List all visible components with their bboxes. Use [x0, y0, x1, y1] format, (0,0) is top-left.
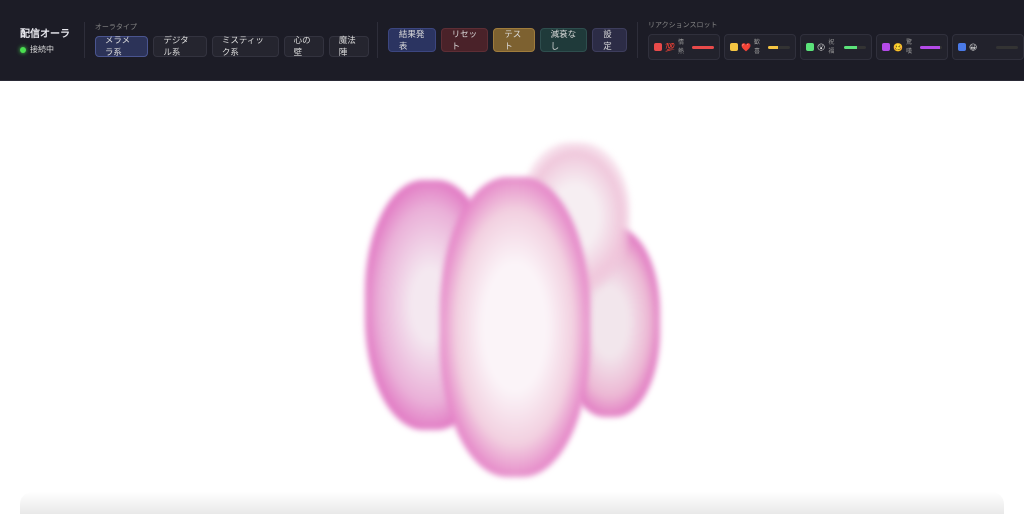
slot-label: 歓喜 — [753, 39, 760, 55]
slot-level-bar — [692, 45, 714, 49]
top-toolbar: 配信オーラ 接続中 オーラタイプ メラメラ系 デジタル系 ミスティック系 心の壁 魔法陣… — [0, 0, 1024, 81]
slot-color-swatch — [806, 43, 814, 51]
aura-type-button[interactable]: ミスティック系 — [211, 35, 279, 58]
divider — [637, 22, 638, 58]
brand: 配信オーラ 接続中 — [20, 25, 74, 55]
slot-label: 情熱 — [677, 39, 684, 55]
slot-emoji-icon: 😀 — [969, 42, 978, 52]
reaction-slots: リアクションスロット 💯 情熱 ❤️ 歓喜 😮 祝福 🥴 驚嘆 😀 — [648, 20, 1024, 60]
action-button[interactable]: 設定 — [592, 28, 628, 52]
reaction-slot[interactable]: ❤️ 歓喜 — [724, 34, 796, 60]
slot-emoji-icon: ❤️ — [741, 42, 751, 52]
slot-color-swatch — [654, 43, 662, 51]
aura-type-button[interactable]: デジタル系 — [153, 35, 207, 58]
aura-canvas[interactable] — [0, 82, 1024, 514]
reaction-slot[interactable]: 😀 — [952, 34, 1024, 60]
aura-type-label: オーラタイプ — [94, 22, 137, 31]
divider — [84, 22, 85, 58]
aura-type-group: オーラタイプ メラメラ系 デジタル系 ミスティック系 心の壁 魔法陣 — [94, 22, 369, 58]
action-button[interactable]: テスト — [493, 28, 535, 52]
connection-status: 接続中 — [20, 44, 74, 55]
reaction-slot[interactable]: 😮 祝福 — [800, 34, 872, 60]
reaction-slots-label: リアクションスロット — [648, 21, 718, 29]
aura-type-button[interactable]: メラメラ系 — [94, 35, 149, 58]
slot-level-bar — [844, 45, 866, 49]
status-text: 接続中 — [30, 45, 54, 54]
slot-color-swatch — [882, 43, 890, 51]
app-title: 配信オーラ — [20, 29, 70, 40]
slot-emoji-icon: 😮 — [817, 42, 826, 52]
status-dot-icon — [20, 46, 26, 53]
aura-type-button[interactable]: 魔法陣 — [328, 35, 369, 58]
aura-type-button[interactable]: 心の壁 — [283, 35, 324, 58]
slot-color-swatch — [958, 43, 966, 51]
action-button[interactable]: 減衰なし — [539, 28, 588, 52]
aura-blob — [440, 177, 590, 477]
slot-level-bar — [920, 45, 942, 49]
divider — [377, 22, 378, 58]
slot-level-bar — [768, 45, 790, 49]
slot-emoji-icon: 🥴 — [893, 42, 903, 52]
slot-label: 祝福 — [828, 39, 835, 55]
action-button[interactable]: リセット — [440, 28, 489, 52]
slot-label: 驚嘆 — [905, 39, 912, 55]
reaction-slot[interactable]: 🥴 驚嘆 — [876, 34, 948, 60]
slot-level-bar — [996, 45, 1018, 49]
reaction-slot[interactable]: 💯 情熱 — [648, 34, 720, 60]
action-button[interactable]: 結果発表 — [387, 28, 436, 52]
slot-color-swatch — [730, 43, 738, 51]
bottom-panel-edge — [20, 492, 1004, 514]
slot-emoji-icon: 💯 — [665, 42, 675, 52]
